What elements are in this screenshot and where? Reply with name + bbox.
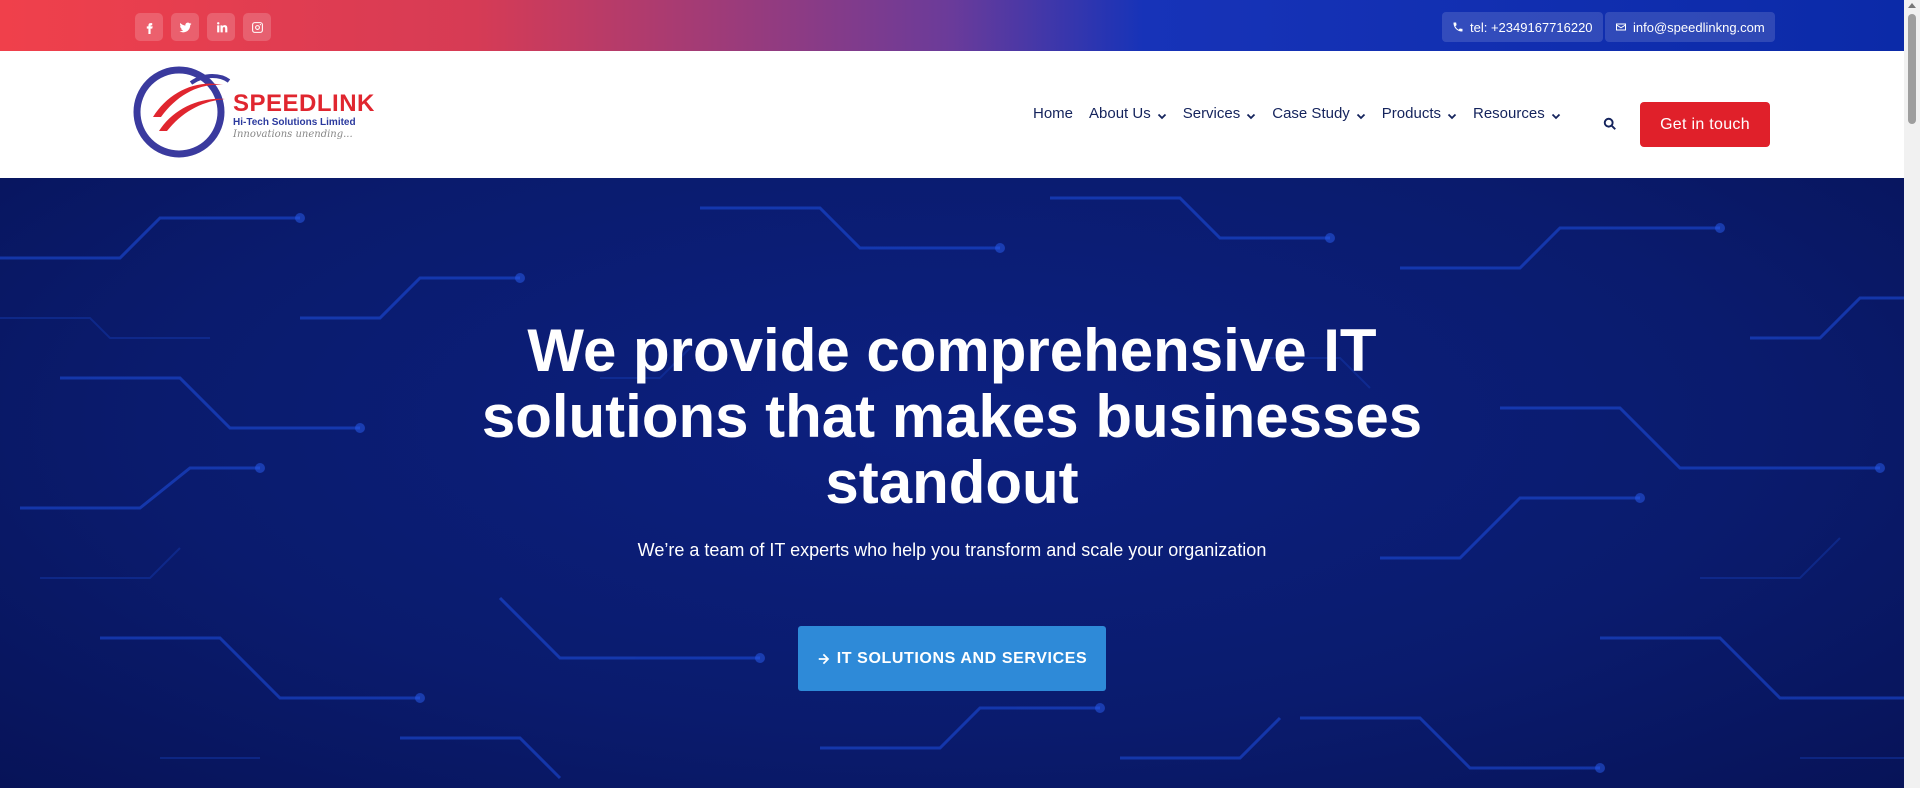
hero-button-label: IT SOLUTIONS AND SERVICES bbox=[836, 649, 1088, 667]
scroll-thumb[interactable] bbox=[1908, 14, 1916, 124]
nav-case-study[interactable]: Case Study bbox=[1272, 101, 1366, 125]
social-links bbox=[135, 13, 271, 41]
chevron-down-icon bbox=[1157, 108, 1167, 120]
nav-services[interactable]: Services bbox=[1183, 101, 1257, 125]
logo-emblem-icon bbox=[133, 66, 231, 158]
facebook-icon[interactable] bbox=[135, 13, 163, 41]
company-logo[interactable]: SPEEDLINK Hi-Tech Solutions Limited Inno… bbox=[133, 65, 374, 165]
twitter-icon[interactable] bbox=[171, 13, 199, 41]
nav-label: Home bbox=[1033, 104, 1074, 122]
page-scrollbar[interactable] bbox=[1904, 0, 1920, 788]
it-solutions-button[interactable]: IT SOLUTIONS AND SERVICES bbox=[798, 626, 1106, 691]
hero-title: We provide comprehensive IT solutions th… bbox=[481, 317, 1423, 516]
logo-tagline: Innovations unending... bbox=[233, 129, 353, 140]
email-text: info@speedlinkng.com bbox=[1633, 19, 1765, 35]
search-icon[interactable] bbox=[1603, 117, 1621, 135]
arrow-right-icon bbox=[818, 653, 829, 664]
instagram-icon[interactable] bbox=[243, 13, 271, 41]
logo-subtitle: Hi-Tech Solutions Limited bbox=[233, 117, 356, 128]
nav-resources[interactable]: Resources bbox=[1473, 101, 1561, 125]
phone-text: tel: +2349167716220 bbox=[1470, 19, 1593, 35]
nav-label: Products bbox=[1381, 104, 1441, 122]
phone-contact[interactable]: tel: +2349167716220 bbox=[1442, 12, 1603, 42]
chevron-down-icon bbox=[1447, 108, 1457, 120]
chevron-down-icon bbox=[1551, 108, 1561, 120]
top-bar: tel: +2349167716220 info@speedlinkng.com bbox=[0, 0, 1904, 51]
envelope-icon bbox=[1616, 23, 1626, 31]
get-in-touch-button[interactable]: Get in touch bbox=[1640, 102, 1770, 147]
hero-subtitle: We’re a team of IT experts who help you … bbox=[637, 540, 1267, 560]
nav-home[interactable]: Home bbox=[1033, 101, 1073, 125]
linkedin-icon[interactable] bbox=[207, 13, 235, 41]
nav-label: Resources bbox=[1473, 104, 1545, 122]
nav-label: About Us bbox=[1089, 104, 1151, 122]
email-contact[interactable]: info@speedlinkng.com bbox=[1605, 12, 1775, 42]
phone-icon bbox=[1453, 22, 1463, 32]
scroll-up-icon[interactable] bbox=[1908, 3, 1916, 8]
main-nav: Home About Us Services Case Study Produc… bbox=[1033, 101, 1577, 125]
nav-products[interactable]: Products bbox=[1382, 101, 1457, 125]
nav-label: Case Study bbox=[1272, 104, 1350, 122]
site-header: SPEEDLINK Hi-Tech Solutions Limited Inno… bbox=[0, 51, 1904, 178]
nav-label: Services bbox=[1182, 104, 1241, 122]
chevron-down-icon bbox=[1356, 108, 1366, 120]
nav-about-us[interactable]: About Us bbox=[1089, 101, 1167, 125]
chevron-down-icon bbox=[1246, 108, 1256, 120]
hero-section: We provide comprehensive IT solutions th… bbox=[0, 178, 1904, 788]
logo-brand: SPEEDLINK bbox=[233, 90, 375, 117]
